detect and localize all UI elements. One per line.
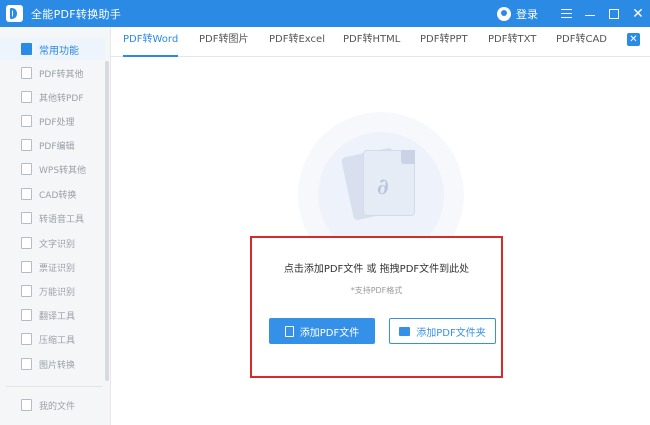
sidebar-item-label: 转语音工具 bbox=[39, 214, 85, 225]
sidebar-item-text-recognition[interactable]: 文字识别 bbox=[0, 232, 105, 254]
sidebar-item-ticket-recognition[interactable]: 票证识别 bbox=[0, 256, 105, 278]
pdf-file-icon bbox=[284, 325, 294, 337]
sidebar-item-image-convert[interactable]: 图片转换 bbox=[0, 353, 105, 375]
cad-convert-icon bbox=[21, 188, 32, 200]
sidebar-item-common[interactable]: 常用功能 bbox=[0, 38, 105, 60]
compress-icon bbox=[21, 333, 32, 345]
image-convert-icon bbox=[21, 358, 32, 370]
sidebar-item-pdf-edit[interactable]: PDF编辑 bbox=[0, 134, 105, 156]
maximize-icon bbox=[609, 8, 619, 19]
pdf-edit-icon bbox=[21, 139, 32, 151]
add-pdf-file-label: 添加PDF文件 bbox=[299, 327, 360, 339]
tab-pdf-to-excel[interactable]: PDF转Excel bbox=[269, 27, 325, 57]
sidebar-item-label: WPS转其他 bbox=[39, 165, 87, 176]
close-icon: ✕ bbox=[629, 34, 638, 45]
sidebar-item-label: PDF转其他 bbox=[39, 69, 84, 80]
translate-icon bbox=[21, 309, 32, 321]
universal-recognition-icon bbox=[21, 285, 32, 297]
my-files-icon bbox=[21, 399, 32, 411]
add-pdf-folder-button[interactable]: 添加PDF文件夹 bbox=[389, 318, 496, 344]
minimize-icon bbox=[585, 15, 595, 16]
sidebar-item-label: 常用功能 bbox=[39, 45, 79, 57]
tab-pdf-to-image[interactable]: PDF转图片 bbox=[199, 27, 248, 57]
acrobat-glyph-icon: ∂ bbox=[377, 174, 389, 200]
close-window-button[interactable]: ✕ bbox=[626, 0, 650, 27]
text-recognition-icon bbox=[21, 237, 32, 249]
app-logo-icon bbox=[6, 5, 23, 22]
tab-close-button[interactable]: ✕ bbox=[627, 33, 640, 46]
sidebar-item-label: PDF处理 bbox=[39, 117, 75, 128]
title-bar-controls: 登录 ✕ bbox=[497, 0, 650, 27]
add-pdf-file-button[interactable]: 添加PDF文件 bbox=[269, 318, 375, 344]
user-avatar-icon[interactable] bbox=[497, 6, 511, 21]
other-to-pdf-icon bbox=[21, 91, 32, 103]
sidebar-item-label: PDF编辑 bbox=[39, 141, 75, 152]
sidebar-item-wps-to-other[interactable]: WPS转其他 bbox=[0, 158, 105, 180]
tab-pdf-to-word[interactable]: PDF转Word bbox=[123, 27, 179, 57]
sidebar-item-label: 其他转PDF bbox=[39, 93, 84, 104]
sidebar-item-label: 我的文件 bbox=[39, 401, 76, 412]
sidebar-item-label: CAD转换 bbox=[39, 190, 77, 201]
wps-to-other-icon bbox=[21, 163, 32, 175]
pdf-to-other-icon bbox=[21, 67, 32, 79]
conversion-tabs: PDF转Word PDF转图片 PDF转Excel PDF转HTML PDF转P… bbox=[111, 27, 650, 57]
sidebar-item-label: 翻译工具 bbox=[39, 311, 76, 322]
ticket-recognition-icon bbox=[21, 261, 32, 273]
sidebar-scrollbar[interactable] bbox=[105, 61, 109, 381]
menu-button[interactable] bbox=[554, 0, 578, 27]
menu-icon bbox=[560, 9, 572, 18]
to-speech-icon bbox=[21, 212, 32, 224]
sidebar-item-universal-recognition[interactable]: 万能识别 bbox=[0, 280, 105, 302]
sidebar-item-to-speech[interactable]: 转语音工具 bbox=[0, 207, 105, 229]
sidebar-item-translate[interactable]: 翻译工具 bbox=[0, 304, 105, 326]
drop-zone-title: 点击添加PDF文件 或 拖拽PDF文件到此处 bbox=[283, 264, 470, 275]
title-bar: 全能PDF转换助手 登录 ✕ bbox=[0, 0, 650, 27]
file-drop-zone[interactable]: 点击添加PDF文件 或 拖拽PDF文件到此处 *支持PDF格式 添加PDF文件 … bbox=[250, 236, 503, 378]
sidebar-divider bbox=[6, 386, 102, 387]
main-content: ∂ 点击添加PDF文件 或 拖拽PDF文件到此处 *支持PDF格式 添加PDF文… bbox=[111, 58, 650, 425]
pdf-document-icon bbox=[363, 150, 415, 216]
sidebar-item-label: 压缩工具 bbox=[39, 335, 76, 346]
tab-pdf-to-html[interactable]: PDF转HTML bbox=[343, 27, 400, 57]
app-title: 全能PDF转换助手 bbox=[31, 7, 122, 21]
sidebar-item-pdf-process[interactable]: PDF处理 bbox=[0, 110, 105, 132]
tab-pdf-to-txt[interactable]: PDF转TXT bbox=[488, 27, 536, 57]
sidebar-item-label: 文字识别 bbox=[39, 239, 76, 250]
tab-pdf-to-ppt[interactable]: PDF转PPT bbox=[420, 27, 468, 57]
drop-zone-hint: *支持PDF格式 bbox=[350, 286, 403, 295]
sidebar-item-other-to-pdf[interactable]: 其他转PDF bbox=[0, 86, 105, 108]
sidebar-item-label: 万能识别 bbox=[39, 287, 76, 298]
close-icon: ✕ bbox=[632, 5, 644, 22]
sidebar-item-cad-convert[interactable]: CAD转换 bbox=[0, 183, 105, 205]
folder-icon bbox=[399, 326, 411, 336]
login-link[interactable]: 登录 bbox=[516, 6, 538, 22]
sidebar-item-label: 票证识别 bbox=[39, 263, 76, 274]
tab-pdf-to-cad[interactable]: PDF转CAD bbox=[556, 27, 607, 57]
sidebar-item-pdf-to-other[interactable]: PDF转其他 bbox=[0, 62, 105, 84]
minimize-button[interactable] bbox=[578, 0, 602, 27]
sidebar-item-label: 图片转换 bbox=[39, 360, 76, 371]
maximize-button[interactable] bbox=[602, 0, 626, 27]
common-functions-icon bbox=[21, 43, 32, 55]
add-pdf-folder-label: 添加PDF文件夹 bbox=[416, 327, 486, 339]
pdf-process-icon bbox=[21, 115, 32, 127]
sidebar-item-my-files[interactable]: 我的文件 bbox=[0, 394, 105, 416]
sidebar: 常用功能 PDF转其他 其他转PDF PDF处理 PDF编辑 WPS转其他 CA… bbox=[0, 27, 111, 425]
sidebar-item-compress[interactable]: 压缩工具 bbox=[0, 328, 105, 350]
